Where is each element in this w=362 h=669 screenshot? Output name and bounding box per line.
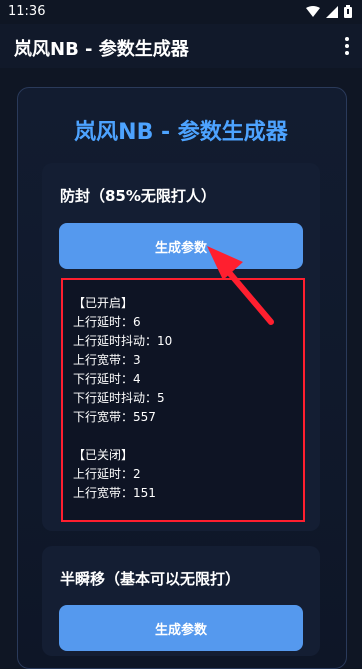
red-arrow-annotation (207, 246, 274, 325)
app-title: 岚风NB - 参数生成器 (14, 39, 189, 60)
page-title: 岚风NB - 参数生成器 (74, 120, 288, 145)
overflow-menu-icon[interactable] (344, 36, 350, 56)
generate-params-button[interactable]: 生成参数 (59, 605, 303, 651)
output-line: 上行延时：2 (73, 467, 141, 481)
output-line: 下行宽带：557 (73, 410, 156, 424)
status-time: 11:36 (8, 4, 46, 19)
output-line: 下行延时抖动：5 (73, 391, 165, 405)
output-line: 上行延时抖动：10 (73, 334, 173, 348)
section-title: 半瞬移（基本可以无限打） (60, 570, 241, 588)
section-title: 防封（85%无限打人） (60, 187, 216, 205)
output-line: 上行延时：6 (73, 315, 141, 329)
output-line: 上行宽带：151 (73, 486, 156, 500)
section-half-teleport: 半瞬移（基本可以无限打） 生成参数 (42, 546, 320, 656)
cellular-signal-icon (326, 5, 338, 18)
section-anti-ban: 防封（85%无限打人） 生成参数 【已开启】 上行延时：6 上行延时抖动：10 … (42, 163, 320, 531)
output-disabled-header: 【已关闭】 (73, 448, 134, 462)
status-icons (306, 5, 352, 18)
output-enabled-header: 【已开启】 (73, 296, 134, 310)
app-bar: 岚风NB - 参数生成器 (0, 24, 362, 68)
wifi-icon (306, 5, 320, 17)
status-bar: 11:36 (0, 0, 362, 24)
battery-icon (344, 5, 352, 18)
output-line: 下行延时：4 (73, 372, 141, 386)
output-line: 上行宽带：3 (73, 353, 141, 367)
